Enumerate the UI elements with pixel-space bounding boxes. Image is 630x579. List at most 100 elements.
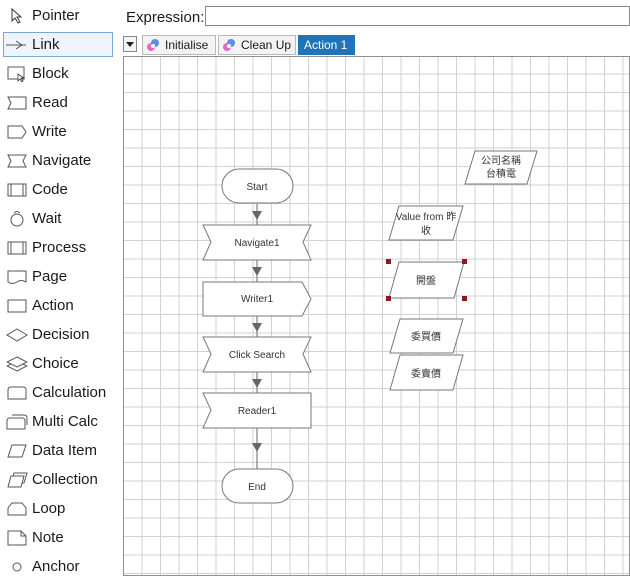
start-stage[interactable]: Start — [221, 168, 294, 204]
data-item-ask[interactable]: 委賣價 — [389, 354, 464, 391]
data-item-company[interactable]: 公司名稱 台積電 — [464, 150, 538, 185]
toolbox-item-loop[interactable]: Loop — [3, 496, 113, 521]
toolbox-item-block[interactable]: Block — [3, 61, 113, 86]
tab-action-1[interactable]: Action 1 — [298, 35, 355, 55]
expression-input[interactable] — [205, 6, 630, 26]
toolbox-item-multi-calc[interactable]: Multi Calc — [3, 409, 113, 434]
toolbox-item-data-item[interactable]: Data Item — [3, 438, 113, 463]
write-stage[interactable]: Writer1 — [202, 281, 312, 317]
toolbox-item-label: Action — [32, 297, 74, 314]
page-icon — [6, 267, 28, 287]
block-icon — [6, 64, 28, 84]
toolbox-item-calculation[interactable]: Calculation — [3, 380, 113, 405]
selection-handle[interactable] — [462, 259, 467, 264]
page-tab-icon — [146, 38, 160, 52]
toolbox-item-label: Navigate — [32, 152, 92, 169]
toolbox-item-label: Page — [32, 268, 68, 285]
multi-calc-icon — [6, 412, 28, 432]
toolbox-item-note[interactable]: Note — [3, 525, 113, 550]
selection-handle[interactable] — [462, 296, 467, 301]
toolbox-item-wait[interactable]: Wait — [3, 206, 113, 231]
toolbox-item-collection[interactable]: Collection — [3, 467, 113, 492]
choice-icon — [6, 354, 28, 374]
calculation-icon — [6, 383, 28, 403]
toolbox-item-write[interactable]: Write — [3, 119, 113, 144]
navigate-icon — [6, 151, 28, 171]
data-item-bid-label: 委買價 — [411, 330, 441, 343]
toolbox-item-label: Choice — [32, 355, 79, 372]
data-item-company-line2: 台積電 — [486, 167, 516, 180]
write-icon — [6, 122, 28, 142]
toolbox-item-label: Note — [32, 529, 64, 546]
data-item-bid[interactable]: 委買價 — [389, 318, 464, 354]
toolbox-item-label: Pointer — [32, 7, 80, 24]
page-tab-icon — [222, 38, 236, 52]
data-item-icon — [6, 441, 28, 461]
chevron-down-icon — [126, 41, 134, 47]
selection-handle[interactable] — [386, 296, 391, 301]
toolbox-item-label: Collection — [32, 471, 98, 488]
tab-label: Clean Up — [241, 38, 292, 52]
data-item-value-from-line1: Value from 昨 — [396, 211, 456, 223]
data-item-open-selected[interactable]: 開盤 — [386, 259, 467, 301]
toolbox-panel: Pointer Link Block Read Write Navigate Code Wai… — [0, 0, 118, 577]
toolbox-item-label: Loop — [32, 500, 66, 517]
toolbox-item-label: Code — [32, 181, 68, 198]
toolbox-item-decision[interactable]: Decision — [3, 322, 113, 347]
toolbox-item-code[interactable]: Code — [3, 177, 113, 202]
toolbox-item-read[interactable]: Read — [3, 90, 113, 115]
toolbox-item-label: Wait — [32, 210, 62, 227]
toolbox-item-label: Anchor — [32, 558, 80, 575]
click-search-label: Click Search — [229, 350, 285, 361]
toolbox-item-process[interactable]: Process — [3, 235, 113, 260]
tab-label: Initialise — [165, 38, 209, 52]
toolbox-item-label: Calculation — [32, 384, 107, 401]
toolbox-item-label: Process — [32, 239, 87, 256]
toolbox-item-label: Read — [32, 94, 68, 111]
data-item-open-label: 開盤 — [416, 274, 436, 287]
collection-icon — [6, 470, 28, 490]
toolbox-item-page[interactable]: Page — [3, 264, 113, 289]
decision-icon — [6, 325, 28, 345]
toolbox-item-label: Multi Calc — [32, 413, 98, 430]
start-label: Start — [246, 182, 267, 193]
toolbox-item-anchor[interactable]: Anchor — [3, 554, 113, 579]
toolbox-item-navigate[interactable]: Navigate — [3, 148, 113, 173]
tab-clean-up[interactable]: Clean Up — [218, 35, 296, 55]
toolbox-item-label: Block — [32, 65, 69, 82]
data-item-ask-label: 委賣價 — [411, 367, 441, 380]
tab-label: Action 1 — [304, 38, 348, 52]
expression-label: Expression: — [126, 9, 205, 26]
end-label: End — [248, 482, 266, 493]
tab-list-dropdown[interactable] — [123, 36, 137, 52]
data-item-value-from-line2: 收 — [421, 224, 431, 237]
toolbox-item-link[interactable]: Link — [3, 32, 113, 57]
pointer-icon — [6, 6, 28, 26]
click-search-stage[interactable]: Click Search — [202, 336, 312, 373]
code-icon — [6, 180, 28, 200]
selection-handle[interactable] — [386, 259, 391, 264]
writer-label: Writer1 — [241, 294, 273, 305]
end-stage[interactable]: End — [221, 468, 294, 504]
process-editor: Expression: Initialise Clean Up Action 1 — [118, 0, 630, 577]
wait-icon — [6, 209, 28, 229]
navigate-label: Navigate1 — [234, 238, 279, 249]
process-icon — [6, 238, 28, 258]
toolbox-item-action[interactable]: Action — [3, 293, 113, 318]
navigate-stage[interactable]: Navigate1 — [202, 224, 312, 261]
toolbox-item-label: Decision — [32, 326, 90, 343]
data-item-value-from[interactable]: Value from 昨 收 — [388, 205, 464, 241]
tab-initialise[interactable]: Initialise — [142, 35, 216, 55]
toolbox-item-choice[interactable]: Choice — [3, 351, 113, 376]
loop-icon — [6, 499, 28, 519]
data-item-company-line1: 公司名稱 — [481, 154, 521, 167]
reader-label: Reader1 — [238, 406, 277, 417]
flow-canvas[interactable]: Start Navigate1 Writer1 Click Search Rea… — [123, 56, 630, 576]
toolbox-item-pointer[interactable]: Pointer — [3, 3, 113, 28]
anchor-icon — [6, 557, 28, 577]
note-icon — [6, 528, 28, 548]
page-tabs: Initialise Clean Up Action 1 — [118, 34, 630, 56]
toolbox-item-label: Write — [32, 123, 67, 140]
link-icon — [6, 35, 28, 55]
read-stage[interactable]: Reader1 — [202, 392, 312, 429]
